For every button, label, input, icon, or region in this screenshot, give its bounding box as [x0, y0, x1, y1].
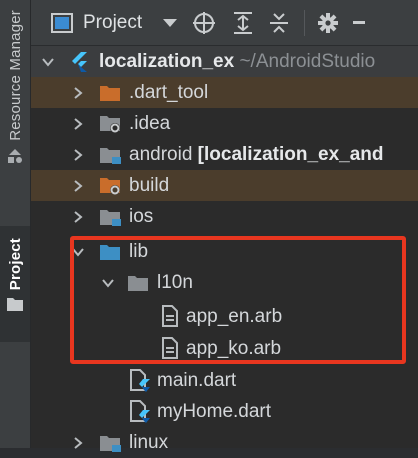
- tab-resource-manager[interactable]: Resource Manager: [0, 10, 30, 210]
- chevron-down-icon[interactable]: [162, 18, 178, 28]
- module-folder-icon: [100, 436, 121, 452]
- folder-icon: [6, 296, 24, 317]
- gear-icon[interactable]: [317, 12, 339, 34]
- expand-all-icon[interactable]: [232, 11, 254, 35]
- locate-icon[interactable]: [192, 11, 216, 35]
- chevron-right-icon[interactable]: [71, 148, 85, 162]
- tree-row-l10n[interactable]: l10n: [31, 267, 418, 298]
- project-view-title[interactable]: Project: [83, 12, 142, 34]
- hide-icon[interactable]: [353, 21, 366, 24]
- tree-item-label: android [localization_ex_and: [129, 143, 384, 165]
- chevron-right-icon[interactable]: [71, 210, 85, 224]
- tree-row-app-en-arb[interactable]: app_en.arb: [31, 301, 418, 332]
- tree-item-label: lib: [129, 240, 149, 262]
- source-folder-icon: [100, 245, 120, 260]
- module-folder-icon: [100, 148, 121, 164]
- tree-row-build[interactable]: build: [31, 170, 418, 201]
- flutter-icon: [72, 52, 87, 72]
- project-view-icon: [51, 12, 73, 33]
- tree-row-dart-tool[interactable]: .dart_tool: [31, 77, 418, 108]
- chevron-right-icon[interactable]: [71, 179, 85, 193]
- tool-window-stripe: Resource Manager Project: [0, 0, 31, 448]
- tree-item-label: .idea: [129, 112, 171, 134]
- tab-resource-manager-label: Resource Manager: [6, 10, 24, 141]
- dart-file-icon: [130, 400, 150, 423]
- chevron-right-icon[interactable]: [71, 117, 85, 131]
- chevron-right-icon[interactable]: [71, 86, 85, 100]
- config-folder-icon: [100, 116, 120, 133]
- resource-manager-icon: [6, 147, 24, 170]
- chevron-down-icon[interactable]: [41, 55, 55, 69]
- tree-item-label: .dart_tool: [129, 81, 209, 103]
- tree-item-label: linux: [129, 431, 169, 453]
- tree-row-app-ko-arb[interactable]: app_ko.arb: [31, 333, 418, 364]
- tab-project-label: Project: [6, 238, 24, 291]
- chevron-down-icon[interactable]: [101, 276, 115, 290]
- tree-item-label: ios: [129, 205, 154, 227]
- tree-row-root[interactable]: localization_ex ~/AndroidStudio: [31, 46, 418, 77]
- tree-item-label: l10n: [157, 271, 193, 293]
- tree-item-label: myHome.dart: [157, 400, 272, 422]
- tree-item-label: app_en.arb: [186, 305, 283, 327]
- tree-row-myhome-dart[interactable]: myHome.dart: [31, 396, 418, 427]
- tree-row-ios[interactable]: ios: [31, 201, 418, 232]
- tree-row-android[interactable]: android [localization_ex_and: [31, 139, 418, 170]
- toolbar-divider: [304, 9, 306, 36]
- tree-root-label: localization_ex ~/AndroidStudio: [99, 50, 376, 72]
- folder-icon: [100, 86, 120, 101]
- project-tree: localization_ex ~/AndroidStudio .dart_to…: [31, 46, 418, 453]
- module-folder-icon: [100, 210, 121, 226]
- dart-file-icon: [130, 369, 150, 392]
- tree-row-idea[interactable]: .idea: [31, 108, 418, 139]
- collapse-all-icon[interactable]: [268, 11, 290, 35]
- project-header: Project: [31, 0, 418, 46]
- excluded-folder-icon: [100, 178, 120, 195]
- tree-item-label: build: [129, 174, 170, 196]
- tree-row-linux[interactable]: linux: [31, 427, 418, 458]
- tree-row-main-dart[interactable]: main.dart: [31, 365, 418, 396]
- tree-row-lib[interactable]: lib: [31, 236, 418, 267]
- chevron-down-icon[interactable]: [71, 245, 85, 259]
- folder-icon: [128, 276, 148, 291]
- tree-item-label: main.dart: [157, 369, 237, 391]
- file-icon: [162, 305, 178, 327]
- tree-item-label: app_ko.arb: [186, 337, 282, 359]
- tab-project[interactable]: Project: [0, 226, 30, 342]
- file-icon: [162, 337, 178, 359]
